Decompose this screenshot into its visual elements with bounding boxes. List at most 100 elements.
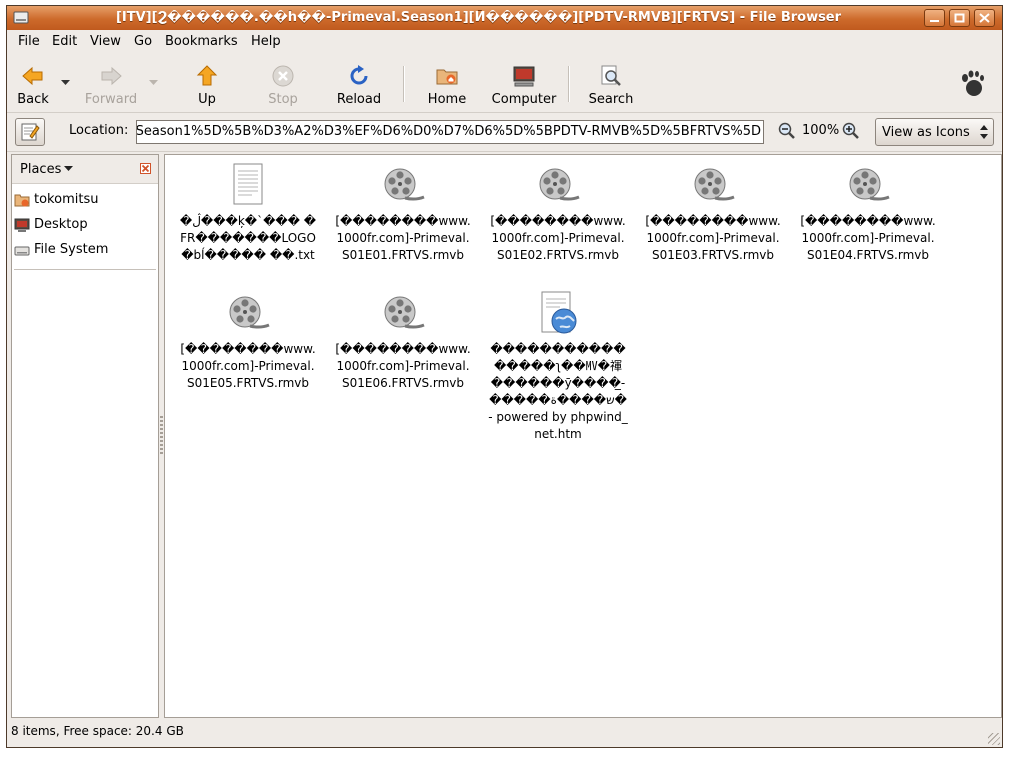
toggle-location-entry-button[interactable]	[15, 118, 45, 146]
maximize-icon	[954, 13, 965, 23]
forward-label: Forward	[84, 92, 138, 107]
sidebar-item-home[interactable]: tokomitsu	[14, 189, 154, 211]
reload-icon	[350, 65, 368, 85]
stop-button[interactable]: Stop	[259, 62, 307, 110]
sidebar-item-label: Desktop	[34, 217, 88, 232]
status-bar: 8 items, Free space: 20.4 GB	[11, 724, 184, 738]
computer-button[interactable]: Computer	[489, 62, 559, 110]
view-mode-value: View as Icons	[882, 125, 970, 140]
up-arrow-icon	[196, 65, 218, 86]
file-item-html[interactable]: ����������������ʅ��㎹�禈������ӯ����̲-�����…	[484, 291, 632, 443]
file-name: [��������www.1000fr.com]-Primeval.S01E01…	[335, 214, 471, 262]
toolbar-separator	[568, 66, 570, 102]
toolbar: Back Forward Up Stop Reload Home Compute…	[7, 56, 1002, 113]
minimize-button[interactable]	[924, 9, 945, 27]
computer-icon	[513, 66, 535, 87]
stop-label: Stop	[268, 92, 298, 107]
file-item-video[interactable]: [��������www.1000fr.com]-Primeval.S01E06…	[329, 291, 477, 392]
close-pane-icon[interactable]	[140, 163, 151, 174]
menu-edit[interactable]: Edit	[52, 34, 77, 49]
zoom-level[interactable]: 100%	[802, 123, 839, 138]
file-item-video[interactable]: [��������www.1000fr.com]-Primeval.S01E03…	[639, 163, 787, 264]
menu-file[interactable]: File	[18, 34, 40, 49]
home-button[interactable]: Home	[421, 62, 473, 110]
menu-help[interactable]: Help	[251, 34, 281, 49]
view-mode-select[interactable]: View as Icons	[875, 118, 994, 146]
file-item-video[interactable]: [��������www.1000fr.com]-Primeval.S01E04…	[794, 163, 942, 264]
zoom-in-icon[interactable]	[842, 122, 860, 140]
file-name: [��������www.1000fr.com]-Primeval.S01E02…	[490, 214, 626, 262]
close-button[interactable]	[974, 9, 995, 27]
file-name: [��������www.1000fr.com]-Primeval.S01E06…	[335, 342, 471, 390]
sidebar-divider	[14, 269, 156, 270]
video-reel-icon	[384, 296, 425, 329]
home-folder-icon	[14, 194, 30, 207]
up-label: Up	[198, 92, 216, 107]
text-document-icon	[233, 163, 263, 205]
pane-resize-handle[interactable]	[160, 416, 163, 456]
html-document-icon	[541, 291, 577, 334]
menu-go[interactable]: Go	[134, 34, 152, 49]
edit-note-icon	[21, 123, 40, 141]
video-reel-icon	[539, 168, 580, 201]
chevron-down-icon[interactable]	[64, 166, 73, 172]
zoom-out-icon[interactable]	[778, 122, 796, 140]
gnome-foot-icon	[962, 70, 984, 96]
drive-icon	[14, 246, 30, 256]
stop-icon	[272, 65, 294, 87]
maximize-button[interactable]	[949, 9, 970, 27]
close-icon	[979, 13, 990, 23]
reload-button[interactable]: Reload	[333, 62, 385, 110]
menu-bookmarks[interactable]: Bookmarks	[165, 34, 238, 49]
file-item-video[interactable]: [��������www.1000fr.com]-Primeval.S01E01…	[329, 163, 477, 264]
window-resize-grip[interactable]	[988, 733, 1000, 745]
computer-label: Computer	[491, 92, 557, 107]
video-reel-icon	[229, 296, 270, 329]
video-reel-icon	[849, 168, 890, 201]
home-label: Home	[427, 92, 467, 107]
video-reel-icon	[694, 168, 735, 201]
forward-arrow-icon	[101, 66, 122, 86]
side-pane: Places tokomitsu Desktop File System	[11, 154, 159, 718]
minimize-icon	[930, 20, 939, 22]
location-input-value: il.Season1%5D%5B%D3%A2%D3%EF%D6%D0%D7%D6…	[136, 124, 761, 139]
up-button[interactable]: Up	[183, 62, 231, 110]
location-label: Location:	[69, 123, 129, 138]
file-name: [��������www.1000fr.com]-Primeval.S01E04…	[800, 214, 936, 262]
title-bar[interactable]: [ITV][Ϩ������.��ĥ��-Primeval.Season1][Ӣ�…	[7, 6, 1002, 30]
menu-bar: File Edit View Go Bookmarks Help	[7, 30, 1002, 54]
back-arrow-icon	[22, 66, 43, 86]
sidebar-item-desktop[interactable]: Desktop	[14, 214, 154, 236]
sidebar-item-label: tokomitsu	[34, 192, 99, 207]
file-item-video[interactable]: [��������www.1000fr.com]-Primeval.S01E05…	[174, 291, 322, 392]
sidebar-item-label: File System	[34, 242, 109, 257]
drive-icon[interactable]	[13, 10, 29, 25]
search-icon	[601, 65, 621, 86]
location-input[interactable]: il.Season1%5D%5B%D3%A2%D3%EF%D6%D0%D7%D6…	[136, 120, 764, 144]
file-name: [��������www.1000fr.com]-Primeval.S01E05…	[180, 342, 316, 390]
file-browser-window: [ITV][Ϩ������.��ĥ��-Primeval.Season1][Ӣ�…	[6, 5, 1003, 748]
location-bar: Location: il.Season1%5D%5B%D3%A2%D3%EF%D…	[7, 113, 1002, 152]
reload-label: Reload	[336, 92, 382, 107]
window-title: [ITV][Ϩ������.��ĥ��-Primeval.Season1][Ӣ�…	[115, 10, 842, 25]
chevron-down-icon	[61, 80, 70, 85]
up-down-arrow-icon	[980, 125, 988, 139]
file-name: �ڷ���ķ�`��� �FR�������LOGO�bĺ����� ��.tx…	[179, 214, 317, 262]
menu-view[interactable]: View	[90, 34, 121, 49]
file-name: [��������www.1000fr.com]-Primeval.S01E03…	[645, 214, 781, 262]
file-item-txt[interactable]: �ڷ���ķ�`��� �FR�������LOGO�bĺ����� ��.tx…	[174, 163, 322, 264]
back-label: Back	[17, 92, 49, 107]
file-item-video[interactable]: [��������www.1000fr.com]-Primeval.S01E02…	[484, 163, 632, 264]
video-reel-icon	[384, 168, 425, 201]
search-label: Search	[588, 92, 634, 107]
sidebar-item-file-system[interactable]: File System	[14, 239, 154, 261]
search-button[interactable]: Search	[585, 62, 637, 110]
forward-history-dropdown[interactable]	[145, 62, 161, 110]
back-button[interactable]: Back	[11, 62, 55, 110]
file-icon-view[interactable]: �ڷ���ķ�`��� �FR�������LOGO�bĺ����� ��.tx…	[164, 154, 1002, 718]
side-pane-title[interactable]: Places	[20, 162, 61, 177]
desktop-icon	[14, 218, 30, 232]
file-name: ����������������ʅ��㎹�禈������ӯ����̲-�����…	[488, 342, 628, 441]
back-history-dropdown[interactable]	[57, 62, 73, 110]
forward-button[interactable]: Forward	[81, 62, 141, 110]
